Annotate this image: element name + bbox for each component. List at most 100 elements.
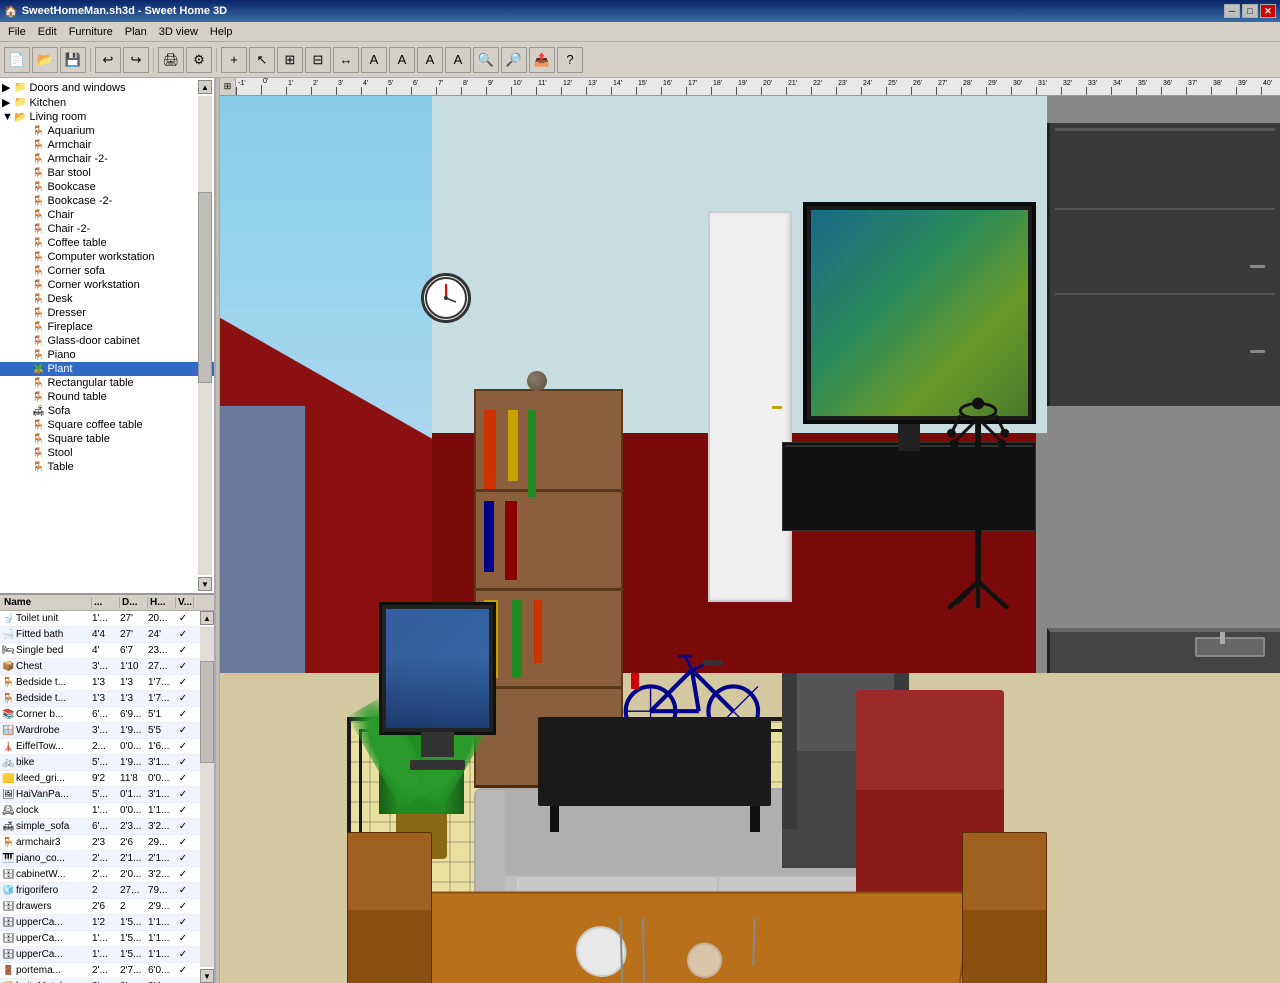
- expand-icon[interactable]: ▼: [2, 111, 14, 123]
- sidebar-item-fireplace[interactable]: 🪑 Fireplace: [0, 320, 214, 334]
- col-v[interactable]: H...: [148, 597, 176, 608]
- table-row[interactable]: 🪑 Bedside t... 1'3 1'3 1'7... ✓: [0, 675, 214, 691]
- create-rooms-button[interactable]: ⊟: [305, 47, 331, 73]
- sidebar-item-table[interactable]: 🪑 Table: [0, 460, 214, 474]
- table-row[interactable]: 📚 Corner b... 6'... 6'9... 5'1 ✓: [0, 707, 214, 723]
- table-row[interactable]: 🚲 bike 5'... 1'9... 3'1... ✓: [0, 755, 214, 771]
- row-vis[interactable]: ✓: [174, 661, 192, 672]
- close-button[interactable]: ✕: [1260, 4, 1276, 18]
- table-row[interactable]: 🗄 drawers 2'6 2 2'9... ✓: [0, 899, 214, 915]
- sidebar-item-computer-workstation[interactable]: 🪑 Computer workstation: [0, 250, 214, 264]
- help-button[interactable]: ?: [557, 47, 583, 73]
- corner-toggle[interactable]: ⊞: [220, 78, 236, 96]
- furn-scroll-thumb[interactable]: [200, 661, 214, 763]
- zoom-in-button[interactable]: 🔍: [473, 47, 499, 73]
- col-name[interactable]: Name: [2, 597, 92, 608]
- create-labels4-button[interactable]: A: [445, 47, 471, 73]
- table-row[interactable]: 🛁 Fitted bath 4'4 27' 24' ✓: [0, 627, 214, 643]
- furn-scroll-track[interactable]: [200, 627, 214, 967]
- col-h[interactable]: D...: [120, 597, 148, 608]
- tree-scroll-down[interactable]: ▼: [198, 577, 212, 591]
- sidebar-item-stool[interactable]: 🪑 Stool: [0, 446, 214, 460]
- row-vis[interactable]: ✓: [174, 949, 192, 960]
- sidebar-item-glass-door-cabinet[interactable]: 🪑 Glass-door cabinet: [0, 334, 214, 348]
- table-row[interactable]: 🖼 HaiVanPa... 5'... 0'1... 3'1... ✓: [0, 787, 214, 803]
- row-vis[interactable]: ✓: [174, 629, 192, 640]
- minimize-button[interactable]: ─: [1224, 4, 1240, 18]
- sidebar-item-bookcase-2[interactable]: 🪑 Bookcase -2-: [0, 194, 214, 208]
- sidebar-item-piano[interactable]: 🪑 Piano: [0, 348, 214, 362]
- row-vis[interactable]: ✓: [174, 709, 192, 720]
- table-row[interactable]: 🗄 upperCa... 1'... 1'5... 1'1... ✓: [0, 931, 214, 947]
- tree-scroll-track[interactable]: [198, 96, 212, 575]
- row-vis[interactable]: ✓: [174, 885, 192, 896]
- create-labels-button[interactable]: A: [361, 47, 387, 73]
- menu-3dview[interactable]: 3D view: [153, 24, 204, 40]
- save-button[interactable]: 💾: [60, 47, 86, 73]
- add-furniture-button[interactable]: +: [221, 47, 247, 73]
- sidebar-item-square-table[interactable]: 🪑 Square table: [0, 432, 214, 446]
- maximize-button[interactable]: □: [1242, 4, 1258, 18]
- sidebar-item-sofa[interactable]: 🛋 Sofa: [0, 404, 214, 418]
- sidebar-item-coffee-table[interactable]: 🪑 Coffee table: [0, 236, 214, 250]
- sidebar-item-living-room[interactable]: ▼ 📂 Living room: [0, 110, 214, 124]
- sidebar-item-doors-windows[interactable]: ▶ 📁 Doors and windows: [0, 80, 214, 95]
- table-row[interactable]: 🗄 cabinetW... 2'... 2'0... 3'2... ✓: [0, 867, 214, 883]
- table-row[interactable]: 🟨 kleed_gri... 9'2 11'8 0'0... ✓: [0, 771, 214, 787]
- table-row[interactable]: 🕰 clock 1'... 0'0... 1'1... ✓: [0, 803, 214, 819]
- col-vis[interactable]: V...: [176, 597, 194, 608]
- table-row[interactable]: 🛏 Single bed 4' 6'7 23... ✓: [0, 643, 214, 659]
- export-button[interactable]: 📤: [529, 47, 555, 73]
- row-vis[interactable]: ✓: [174, 821, 192, 832]
- sidebar-item-chair[interactable]: 🪑 Chair: [0, 208, 214, 222]
- sidebar-item-corner-workstation[interactable]: 🪑 Corner workstation: [0, 278, 214, 292]
- sidebar-item-plant[interactable]: 🪴 Plant: [0, 362, 214, 376]
- sidebar-item-desk[interactable]: 🪑 Desk: [0, 292, 214, 306]
- sidebar-item-chair-2[interactable]: 🪑 Chair -2-: [0, 222, 214, 236]
- table-row[interactable]: 🧊 frigorifero 2 27... 79... ✓: [0, 883, 214, 899]
- create-labels2-button[interactable]: A: [389, 47, 415, 73]
- row-vis[interactable]: ✓: [174, 965, 192, 976]
- select-button[interactable]: ↖: [249, 47, 275, 73]
- expand-icon[interactable]: ▶: [2, 81, 14, 94]
- furn-scroll-down[interactable]: ▼: [200, 969, 214, 983]
- furniture-table[interactable]: 🚽 Toilet unit 1'... 27' 20... ✓ 🛁 Fitted…: [0, 611, 214, 983]
- new-button[interactable]: 📄: [4, 47, 30, 73]
- row-vis[interactable]: ✓: [174, 693, 192, 704]
- menu-plan[interactable]: Plan: [119, 24, 153, 40]
- tree-scroll-thumb[interactable]: [198, 192, 212, 384]
- sidebar-item-aquarium[interactable]: 🪑 Aquarium: [0, 124, 214, 138]
- sidebar-item-kitchen[interactable]: ▶ 📁 Kitchen: [0, 95, 214, 110]
- tree-view[interactable]: ▶ 📁 Doors and windows ▶ 📁 Kitchen ▼ 📂 Li…: [0, 78, 214, 593]
- menu-furniture[interactable]: Furniture: [63, 24, 119, 40]
- row-vis[interactable]: ✓: [174, 773, 192, 784]
- table-row[interactable]: 🪑 Bedside t... 1'3 1'3 1'7... ✓: [0, 691, 214, 707]
- row-vis[interactable]: ✓: [174, 677, 192, 688]
- menu-file[interactable]: File: [2, 24, 32, 40]
- print-button[interactable]: 🖨: [158, 47, 184, 73]
- row-vis[interactable]: ✓: [174, 917, 192, 928]
- sidebar-item-corner-sofa[interactable]: 🪑 Corner sofa: [0, 264, 214, 278]
- expand-icon[interactable]: ▶: [2, 96, 14, 109]
- menu-help[interactable]: Help: [204, 24, 239, 40]
- table-row[interactable]: 🗄 upperCa... 1'... 1'5... 1'1... ✓: [0, 947, 214, 963]
- sidebar-item-bar-stool[interactable]: 🪑 Bar stool: [0, 166, 214, 180]
- col-d[interactable]: ...: [92, 597, 120, 608]
- row-vis[interactable]: ✓: [174, 725, 192, 736]
- row-vis[interactable]: ✓: [174, 869, 192, 880]
- table-row[interactable]: 🗼 EiffelTow... 2... 0'0... 1'6... ✓: [0, 739, 214, 755]
- table-row[interactable]: 📦 Chest 3'... 1'10 27... ✓: [0, 659, 214, 675]
- table-row[interactable]: 🗄 upperCa... 1'2 1'5... 1'1... ✓: [0, 915, 214, 931]
- sidebar-item-rectangular-table[interactable]: 🪑 Rectangular table: [0, 376, 214, 390]
- open-button[interactable]: 📂: [32, 47, 58, 73]
- sidebar-item-armchair[interactable]: 🪑 Armchair: [0, 138, 214, 152]
- table-row[interactable]: 🎹 piano_co... 2'... 2'1... 2'1... ✓: [0, 851, 214, 867]
- zoom-out-button[interactable]: 🔎: [501, 47, 527, 73]
- furn-scroll-up[interactable]: ▲: [200, 611, 214, 625]
- row-vis[interactable]: ✓: [174, 933, 192, 944]
- tree-scroll-up[interactable]: ▲: [198, 80, 212, 94]
- sidebar-item-bookcase[interactable]: 🪑 Bookcase: [0, 180, 214, 194]
- row-vis[interactable]: ✓: [174, 789, 192, 800]
- row-vis[interactable]: ✓: [174, 837, 192, 848]
- scene-3d[interactable]: [220, 96, 1280, 983]
